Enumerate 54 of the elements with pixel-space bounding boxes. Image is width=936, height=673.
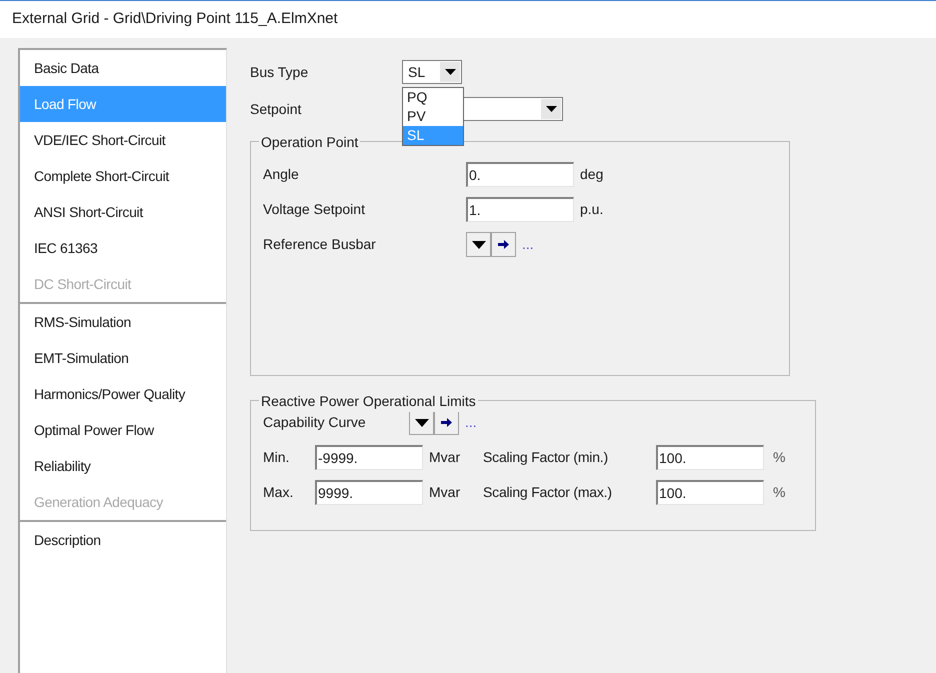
caret-icon: [444, 69, 456, 75]
field-label: Reference Busbar: [263, 235, 377, 254]
bus-type-dropdown[interactable]: SL: [402, 60, 462, 84]
caret-icon: [546, 106, 556, 112]
sidebar-item[interactable]: Basic Data: [20, 50, 226, 86]
dropdown-button[interactable]: [440, 62, 460, 82]
field-label: Voltage Setpoint: [263, 200, 366, 219]
field-label: Min.: [263, 448, 290, 467]
input-field[interactable]: -9999.: [315, 445, 423, 470]
field-label: Max.: [263, 483, 294, 502]
sidebar-item[interactable]: IEC 61363: [20, 230, 226, 266]
jump-button[interactable]: [491, 232, 516, 257]
input-field[interactable]: 100.: [656, 445, 764, 470]
field-label: Setpoint: [250, 100, 302, 119]
dropdown-option[interactable]: PQ: [403, 88, 463, 107]
field-label: Angle: [263, 165, 300, 184]
dropdown-value: SL: [408, 62, 426, 82]
browse-link[interactable]: ...: [522, 234, 534, 255]
unit-label: Mvar: [429, 448, 462, 467]
sidebar-item: DC Short-Circuit: [33, 274, 132, 294]
unit-label: %: [773, 483, 786, 502]
sidebar-item[interactable]: Description: [20, 522, 226, 558]
jump-button[interactable]: [434, 410, 459, 435]
unit-label: %: [773, 448, 786, 467]
dropdown-button[interactable]: [541, 99, 561, 119]
window-title: External Grid - Grid\Driving Point 115_A.ElmXnet: [12, 9, 338, 30]
field-label: Bus Type: [250, 62, 310, 82]
unit-label: deg: [580, 165, 604, 184]
input-field[interactable]: 100.: [656, 480, 764, 505]
sidebar-item[interactable]: RMS-Simulation: [20, 304, 226, 340]
arrow-right-icon: [441, 418, 452, 427]
unit-label: p.u.: [580, 200, 604, 219]
field-label: Scaling Factor (min.): [483, 448, 609, 467]
select-button[interactable]: [409, 410, 434, 435]
field-label: Capability Curve: [263, 413, 367, 432]
caret-icon: [414, 418, 428, 426]
sidebar-item: Generation Adequacy: [33, 492, 164, 512]
sidebar-item[interactable]: Harmonics/Power Quality: [20, 376, 226, 412]
sidebar-item[interactable]: EMT-Simulation: [20, 340, 226, 376]
input-field[interactable]: 9999.: [315, 480, 423, 505]
browse-link[interactable]: ...: [465, 412, 477, 433]
input-field[interactable]: 1.: [466, 197, 574, 222]
caret-icon: [472, 240, 486, 248]
sidebar-item[interactable]: VDE/IEC Short-Circuit: [20, 122, 226, 158]
sidebar-item[interactable]: ANSI Short-Circuit: [20, 194, 226, 230]
select-button[interactable]: [466, 232, 491, 257]
sidebar-item[interactable]: Reliability: [20, 448, 226, 484]
dropdown-option[interactable]: PV: [403, 107, 463, 126]
sidebar-item[interactable]: Optimal Power Flow: [20, 412, 226, 448]
field-label: Scaling Factor (max.): [483, 483, 613, 502]
input-field[interactable]: 0.: [466, 162, 574, 187]
unit-label: Mvar: [429, 483, 462, 502]
sidebar-item[interactable]: Complete Short-Circuit: [20, 158, 226, 194]
arrow-right-icon: [498, 240, 509, 249]
